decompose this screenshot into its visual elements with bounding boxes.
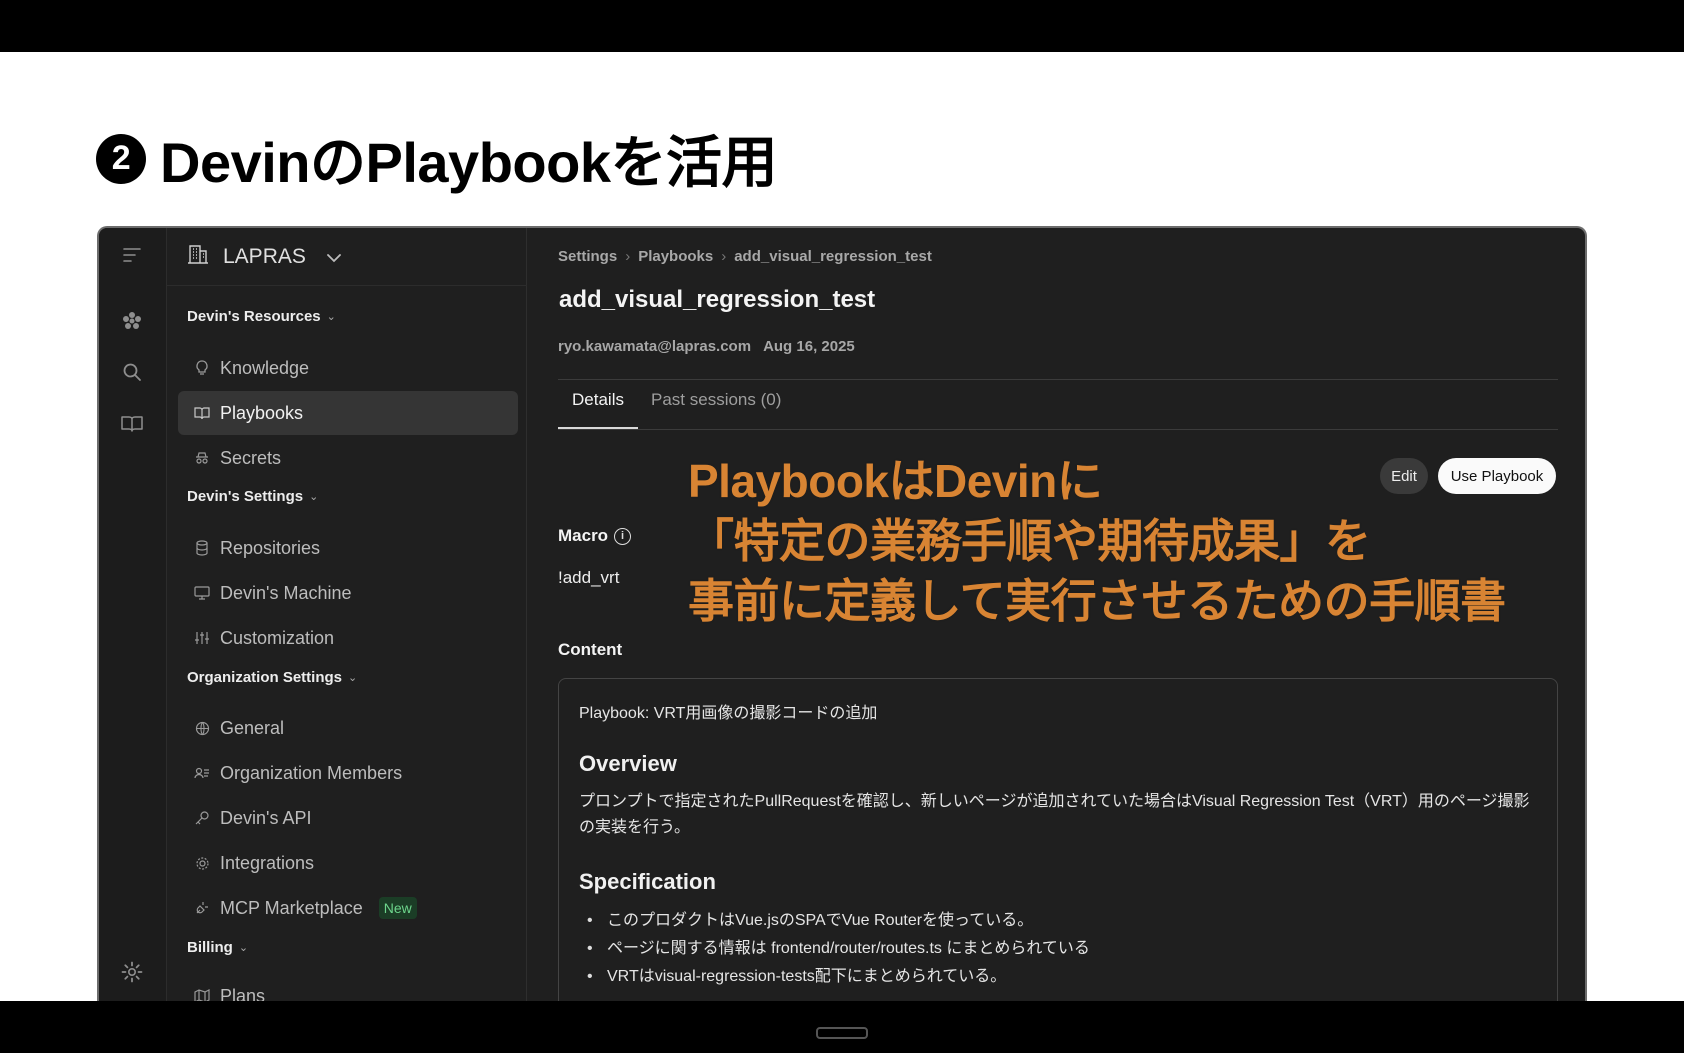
- playbook-content[interactable]: Playbook: VRT用画像の撮影コードの追加 Overview プロンプト…: [558, 678, 1558, 1001]
- new-badge: New: [378, 897, 417, 919]
- sliders-icon: [194, 630, 210, 646]
- gear-icon[interactable]: [119, 959, 145, 985]
- macro-value: !add_vrt: [558, 568, 620, 587]
- content-label: Content: [558, 640, 623, 659]
- tab-details[interactable]: Details: [558, 390, 638, 430]
- sidebar-item-label: Plans: [220, 985, 266, 1002]
- chevron-down-icon: ⌄: [348, 672, 358, 684]
- author-email: ryo.kawamata@lapras.com: [558, 338, 752, 355]
- annotation-line: PlaybookはDevinに: [688, 455, 1103, 507]
- section-label: Billing: [187, 939, 233, 956]
- slide-title-text: DevinのPlaybookを活用: [160, 131, 777, 194]
- section-organization-settings[interactable]: Organization Settings ⌄: [187, 669, 357, 686]
- sidebar-item-knowledge[interactable]: Knowledge: [178, 346, 518, 390]
- list-item: VRTはvisual-regression-tests配下にまとめられている。: [579, 963, 1537, 991]
- sidebar-item-integrations[interactable]: Integrations: [178, 841, 518, 885]
- book-icon[interactable]: [119, 411, 145, 437]
- sidebar-item-organization-members[interactable]: Organization Members: [178, 751, 518, 795]
- section-devins-resources[interactable]: Devin's Resources ⌄: [187, 308, 336, 325]
- sidebar-item-repositories[interactable]: Repositories: [178, 526, 518, 570]
- chevron-down-icon: [326, 245, 342, 269]
- database-icon: [194, 540, 210, 556]
- section-label: Organization Settings: [187, 669, 343, 686]
- home-indicator: [816, 1027, 868, 1039]
- info-icon[interactable]: i: [614, 527, 632, 545]
- section-label: Devin's Settings: [187, 488, 304, 505]
- tabs-divider: [558, 429, 1558, 430]
- sidebar-item-label: Customization: [220, 627, 335, 648]
- sidebar-item-devins-api[interactable]: Devin's API: [178, 796, 518, 840]
- sidebar-item-playbooks[interactable]: Playbooks: [178, 391, 518, 435]
- top-letterbox: [0, 0, 1684, 52]
- chevron-down-icon: ⌄: [238, 942, 249, 954]
- breadcrumb: Settings › Playbooks › add_visual_regres…: [558, 248, 932, 265]
- collapse-menu-icon[interactable]: [119, 242, 145, 268]
- list-item: このプロダクトはVue.jsのSPAでVue Routerを使っている。: [579, 907, 1537, 935]
- incognito-icon: [194, 450, 210, 466]
- chevron-right-icon: ›: [721, 248, 727, 265]
- sidebar-item-general[interactable]: General: [178, 706, 518, 750]
- playbook-meta: ryo.kawamata@lapras.com Aug 16, 2025: [558, 338, 855, 355]
- sidebar-item-secrets[interactable]: Secrets: [178, 436, 518, 480]
- building-icon: [187, 243, 209, 271]
- specification-heading: Specification: [579, 869, 716, 894]
- macro-label-text: Macro: [558, 526, 609, 545]
- chevron-down-icon: ⌄: [309, 491, 319, 503]
- chevron-right-icon: ›: [625, 248, 631, 265]
- sidebar-item-label: Playbooks: [220, 402, 304, 423]
- macro-label: Macro i: [558, 526, 632, 546]
- cog-icon: [194, 855, 210, 871]
- sidebar-item-devins-machine[interactable]: Devin's Machine: [178, 571, 518, 615]
- overview-heading: Overview: [579, 751, 677, 776]
- sidebar-item-label: General: [220, 717, 285, 738]
- sidebar-item-customization[interactable]: Customization: [178, 616, 518, 660]
- tab-past-sessions[interactable]: Past sessions (0): [651, 390, 781, 410]
- map-icon: [194, 988, 210, 1001]
- devin-logo-icon[interactable]: [119, 308, 145, 334]
- sidebar-item-label: Repositories: [220, 537, 321, 558]
- org-name: LAPRAS: [223, 244, 306, 268]
- page-title: add_visual_regression_test: [559, 286, 876, 313]
- settings-sidebar: LAPRAS Devin's Resources ⌄ Knowledge Pla…: [167, 228, 527, 1001]
- globe-icon: [194, 720, 210, 736]
- sidebar-item-label: Devin's API: [220, 807, 312, 828]
- plug-icon: [194, 900, 210, 916]
- members-icon: [194, 765, 210, 781]
- section-billing[interactable]: Billing ⌄: [187, 939, 248, 956]
- book-open-icon: [194, 405, 210, 421]
- annotation-line: 「特定の業務手順や期待成果」を: [688, 515, 1371, 567]
- specification-list: このプロダクトはVue.jsのSPAでVue Routerを使っている。 ページ…: [579, 907, 1537, 991]
- chevron-down-icon: ⌄: [326, 311, 336, 323]
- org-switcher[interactable]: LAPRAS: [167, 228, 527, 286]
- sidebar-item-label: Knowledge: [220, 357, 310, 378]
- breadcrumb-current: add_visual_regression_test: [734, 248, 932, 265]
- sidebar-item-plans[interactable]: Plans: [178, 974, 518, 1001]
- divider: [558, 379, 1558, 380]
- sidebar-item-label: MCP Marketplace: [220, 897, 363, 918]
- slide-title: 2 DevinのPlaybookを活用: [96, 118, 777, 199]
- created-date: Aug 16, 2025: [763, 338, 855, 355]
- search-icon[interactable]: [119, 359, 145, 385]
- key-icon: [194, 810, 210, 826]
- section-devins-settings[interactable]: Devin's Settings ⌄: [187, 488, 318, 505]
- annotation-line: 事前に定義して実行させるための手順書: [688, 575, 1506, 627]
- circled-number-badge: 2: [96, 133, 146, 184]
- section-label: Devin's Resources: [187, 308, 321, 325]
- sidebar-item-label: Integrations: [220, 852, 315, 873]
- monitor-icon: [194, 585, 210, 601]
- sidebar-item-label: Secrets: [220, 447, 282, 468]
- icon-rail: [99, 228, 167, 1001]
- sidebar-item-label: Organization Members: [220, 762, 403, 783]
- slide: 2 DevinのPlaybookを活用 LAPRAS Devin's Resou…: [0, 52, 1684, 1001]
- sidebar-item-mcp-marketplace[interactable]: MCP Marketplace New: [178, 886, 518, 930]
- sidebar-item-label: Devin's Machine: [220, 582, 352, 603]
- lightbulb-icon: [194, 360, 210, 376]
- breadcrumb-playbooks[interactable]: Playbooks: [638, 248, 713, 265]
- annotation-overlay: PlaybookはDevinに 「特定の業務手順や期待成果」を 事前に定義して実…: [688, 451, 1506, 631]
- content-first-line: Playbook: VRT用画像の撮影コードの追加: [579, 705, 878, 722]
- list-item: ページに関する情報は frontend/router/routes.ts にまと…: [579, 935, 1537, 963]
- breadcrumb-settings[interactable]: Settings: [558, 248, 617, 265]
- overview-text: プロンプトで指定されたPullRequestを確認し、新しいページが追加されてい…: [579, 793, 1530, 836]
